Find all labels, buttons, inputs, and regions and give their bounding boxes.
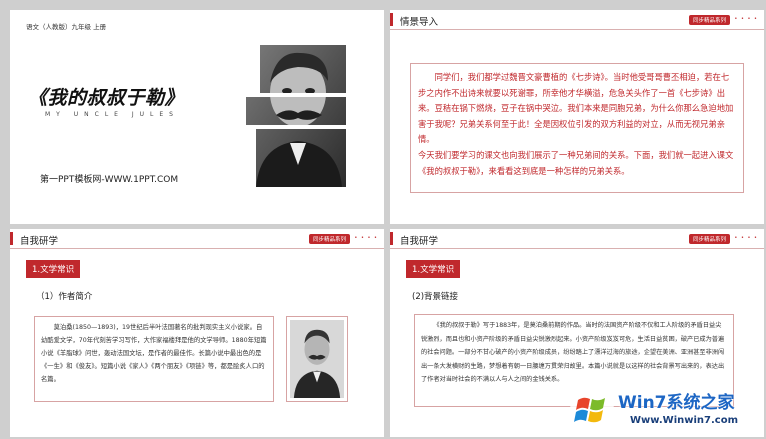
- slide-header-title: 自我研学: [20, 236, 59, 247]
- header-dots-ornament: • • • •: [734, 235, 758, 241]
- author-bio-text: 莫泊桑(1850—1893)，19世纪后半叶法国著名的批判现实主义小说家。自幼酷…: [34, 316, 274, 402]
- lesson-subtitle: MY UNCLE JULES: [45, 111, 179, 118]
- slide-author-intro[interactable]: 自我研学 同步精品系列 • • • • 1.文学常识 （1）作者简介 莫泊桑(1…: [10, 229, 384, 437]
- lesson-title: 《我的叔叔于勒》: [28, 87, 185, 109]
- series-badge: 同步精品系列: [688, 15, 730, 25]
- slide-title[interactable]: 语文（人教版）九年级 上册 《我的叔叔于勒》 MY UNCLE JULES 第一…: [10, 10, 384, 224]
- author-photo: [286, 316, 348, 402]
- series-badge: 同步精品系列: [308, 234, 350, 244]
- header-dots-ornament: • • • •: [734, 16, 758, 22]
- header-dots-ornament: • • • •: [354, 235, 378, 241]
- intro-text-box: 同学们，我们都学过魏晋文豪曹植的《七步诗》。当时他受哥哥曹丕相迫，若在七步之内作…: [410, 63, 744, 193]
- section-tab: 1.文学常识: [26, 260, 81, 278]
- win7-watermark: Win7系统之家 Www.Winwin7.com: [568, 384, 764, 436]
- intro-paragraph-2: 今天我们要学习的课文也向我们展示了一种兄弟间的关系。下面，我们就一起进入课文《我…: [418, 149, 734, 176]
- author-portrait-collage: [246, 45, 346, 187]
- header-accent: [10, 232, 13, 245]
- header-accent: [390, 13, 393, 26]
- slide-header-title: 自我研学: [400, 236, 439, 247]
- header-divider: [390, 248, 764, 249]
- header-divider: [390, 29, 764, 30]
- windows-logo-icon: [568, 386, 616, 434]
- header-divider: [10, 248, 384, 249]
- series-badge: 同步精品系列: [688, 234, 730, 244]
- site-label: 第一PPT模板网-WWW.1PPT.COM: [40, 175, 179, 185]
- section-subheading: （1）作者简介: [36, 292, 93, 302]
- watermark-url: Www.Winwin7.com: [630, 415, 739, 426]
- intro-paragraph-1: 同学们，我们都学过魏晋文豪曹植的《七步诗》。当时他受哥哥曹丕相迫，若在七步之内作…: [418, 72, 734, 145]
- slide-intro[interactable]: 情景导入 同步精品系列 • • • • 同学们，我们都学过魏晋文豪曹植的《七步诗…: [390, 10, 764, 224]
- header-accent: [390, 232, 393, 245]
- course-label: 语文（人教版）九年级 上册: [26, 23, 107, 31]
- section-tab: 1.文学常识: [406, 260, 461, 278]
- watermark-name: Win7系统之家: [618, 393, 735, 413]
- section-subheading: (2)背景链接: [412, 292, 459, 302]
- slide-header-title: 情景导入: [400, 17, 439, 28]
